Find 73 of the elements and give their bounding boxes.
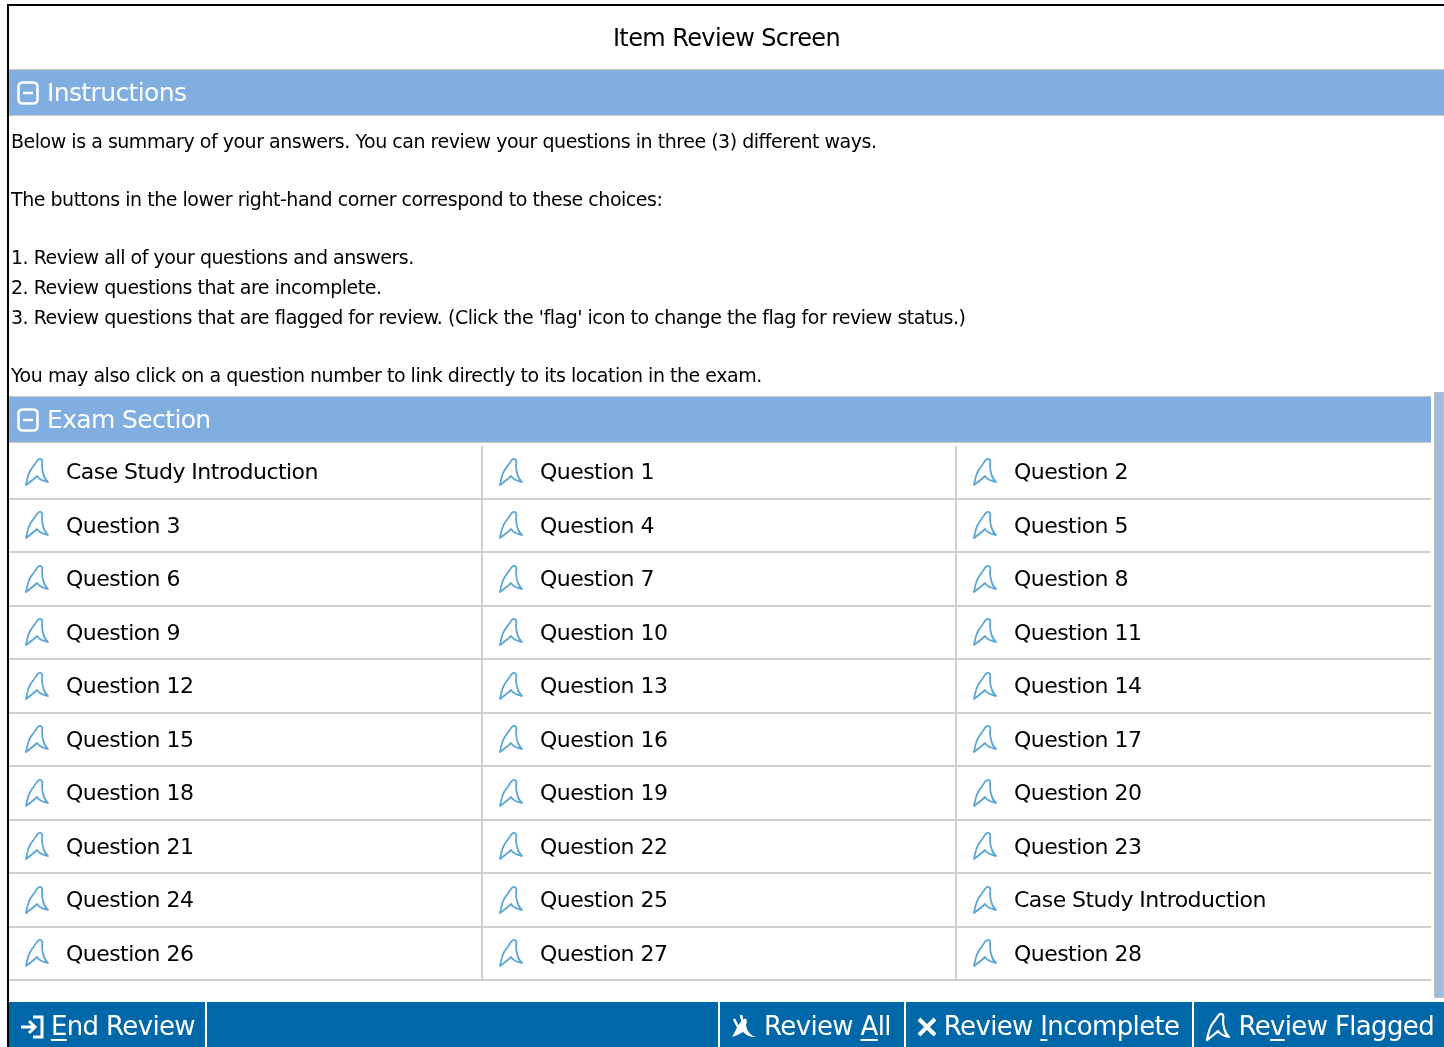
flag-icon[interactable] (23, 456, 51, 487)
instruction-text: 3. Review questions that are flagged for review. (Click the 'flag' icon to change the flag for review status.) (11, 305, 967, 330)
question-link[interactable]: Question 10 (483, 606, 957, 660)
flag-icon[interactable] (971, 617, 999, 648)
flag-icon[interactable] (497, 831, 525, 862)
close-icon (915, 1015, 938, 1038)
flag-icon[interactable] (23, 617, 51, 648)
question-link[interactable]: Question 27 (483, 927, 957, 981)
question-link[interactable]: Question 14 (957, 660, 1431, 714)
question-link[interactable]: Question 13 (483, 660, 957, 714)
flag-icon[interactable] (971, 884, 999, 915)
instruction-text: 1. Review all of your questions and answers. (11, 245, 415, 270)
collapse-icon[interactable] (17, 80, 39, 105)
question-link[interactable]: Question 21 (9, 820, 483, 874)
exit-icon (19, 1013, 45, 1040)
flag-icon[interactable] (23, 777, 51, 808)
question-link[interactable]: Question 11 (957, 606, 1431, 660)
question-link[interactable]: Question 19 (483, 767, 957, 821)
flag-icon[interactable] (497, 884, 525, 915)
flag-icon[interactable] (497, 510, 525, 541)
question-link[interactable]: Question 23 (957, 820, 1431, 874)
question-link[interactable]: Question 25 (483, 874, 957, 928)
flag-icon[interactable] (23, 510, 51, 541)
flag-icon[interactable] (23, 724, 51, 755)
flag-icon[interactable] (23, 670, 51, 701)
instruction-text: You may also click on a question number to link directly to its location in the exam. (11, 363, 763, 388)
question-link[interactable]: Question 17 (957, 713, 1431, 767)
question-link[interactable]: Question 26 (9, 927, 483, 981)
instruction-text: 2. Review questions that are incomplete. (11, 275, 383, 300)
flag-icon[interactable] (23, 831, 51, 862)
question-link[interactable]: Case Study Introduction (9, 446, 483, 500)
flag-icon[interactable] (971, 456, 999, 487)
question-link[interactable]: Question 8 (957, 553, 1431, 607)
flag-icon[interactable] (497, 777, 525, 808)
flag-icon[interactable] (497, 670, 525, 701)
flag-icon[interactable] (497, 456, 525, 487)
question-link[interactable]: Question 6 (9, 553, 483, 607)
collapse-icon[interactable] (17, 407, 39, 432)
flag-icon[interactable] (497, 938, 525, 969)
flag-icon[interactable] (971, 563, 999, 594)
window-title: Item Review Screen (612, 22, 841, 54)
instruction-text: Below is a summary of your answers. You can review your questions in three (3) different ways. (11, 129, 878, 154)
flag-icon[interactable] (971, 724, 999, 755)
question-link[interactable]: Question 22 (483, 820, 957, 874)
question-link[interactable]: Question 2 (957, 446, 1431, 500)
question-link[interactable]: Question 4 (483, 499, 957, 553)
question-link[interactable]: Question 12 (9, 660, 483, 714)
flag-icon[interactable] (23, 938, 51, 969)
question-link[interactable]: Question 7 (483, 553, 957, 607)
question-link[interactable]: Question 9 (9, 606, 483, 660)
question-link[interactable]: Question 28 (957, 927, 1431, 981)
question-link[interactable]: Question 20 (957, 767, 1431, 821)
flag-icon[interactable] (497, 724, 525, 755)
question-link[interactable]: Question 18 (9, 767, 483, 821)
flag-icon[interactable] (23, 563, 51, 594)
question-link[interactable]: Question 15 (9, 713, 483, 767)
flag-icon[interactable] (971, 831, 999, 862)
question-link[interactable]: Question 3 (9, 499, 483, 553)
question-link[interactable]: Question 5 (957, 499, 1431, 553)
flag-icon[interactable] (971, 510, 999, 541)
flag-icon[interactable] (971, 777, 999, 808)
scrollbar[interactable] (1434, 392, 1444, 998)
question-link[interactable]: Question 1 (483, 446, 957, 500)
flag-icon[interactable] (497, 563, 525, 594)
flag-icon[interactable] (971, 670, 999, 701)
question-link[interactable]: Question 24 (9, 874, 483, 928)
flag-icon (1204, 1011, 1233, 1042)
question-link[interactable]: Case Study Introduction (957, 874, 1431, 928)
question-link[interactable]: Question 16 (483, 713, 957, 767)
instruction-text: The buttons in the lower right-hand corner correspond to these choices: (11, 187, 664, 212)
flag-icon[interactable] (971, 938, 999, 969)
flag-icon[interactable] (497, 617, 525, 648)
flag-icon[interactable] (23, 884, 51, 915)
